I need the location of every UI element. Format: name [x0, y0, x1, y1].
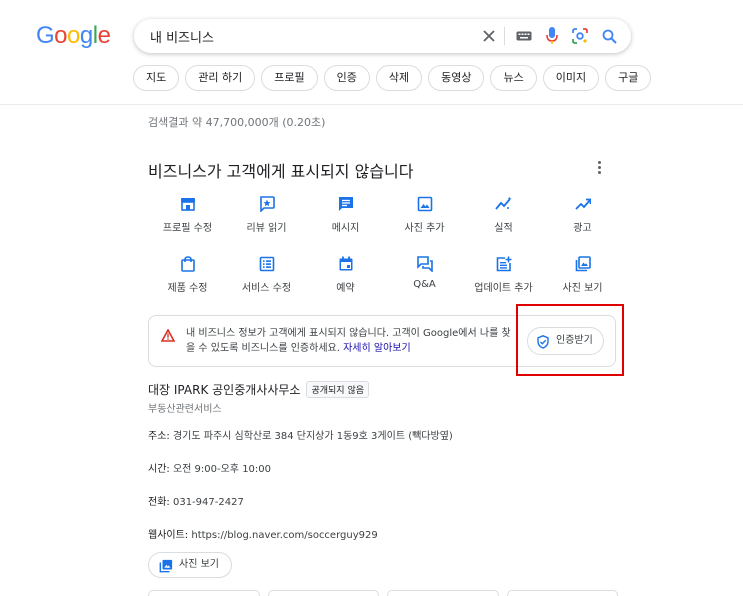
view-photos-button[interactable]: 사진 보기 — [148, 552, 232, 578]
bottom-cards — [148, 590, 618, 596]
logo-letter: g — [79, 22, 93, 49]
action-label: 예약 — [336, 283, 355, 294]
action-label: 업데이트 추가 — [474, 283, 533, 294]
action-label: Q&A — [413, 279, 436, 290]
store-icon — [179, 195, 197, 213]
panel-title: 비즈니스가 고객에게 표시되지 않습니다 — [148, 162, 414, 181]
chip[interactable]: 뉴스 — [490, 65, 537, 91]
logo-letter: o — [67, 22, 80, 49]
add-photo-icon — [416, 195, 434, 213]
action-add-photo[interactable]: 사진 추가 — [385, 195, 464, 234]
logo-letter: G — [36, 22, 55, 49]
header-divider — [0, 104, 743, 105]
action-qa[interactable]: Q&A — [385, 255, 464, 294]
hours-label: 시간: — [148, 464, 170, 475]
logo-letter: o — [54, 22, 68, 49]
business-name-row: 대장 IPARK 공인중개사사무소 공개되지 않음 — [148, 381, 370, 398]
phone-label: 전화: — [148, 497, 170, 508]
post-add-icon — [495, 255, 513, 273]
business-category: 부동산관련서비스 — [148, 404, 222, 415]
hours-row: 시간: 오전 9:00-오후 10:00 — [148, 460, 271, 475]
action-label: 리뷰 읽기 — [246, 223, 287, 234]
keyboard-icon[interactable] — [514, 26, 534, 46]
review-icon — [258, 195, 276, 213]
learn-more-link[interactable]: 자세히 알아보기 — [343, 343, 411, 354]
shopping-bag-icon — [179, 255, 197, 273]
search-box[interactable]: 내 비즈니스 — [134, 19, 631, 53]
search-icon[interactable] — [599, 26, 619, 46]
divider — [504, 27, 505, 45]
action-label: 실적 — [494, 223, 513, 234]
action-label: 제품 수정 — [167, 283, 208, 294]
action-bookings[interactable]: 예약 — [306, 255, 385, 294]
view-photos-label: 사진 보기 — [179, 559, 219, 570]
list-icon — [258, 255, 276, 273]
website-label: 웹사이트: — [148, 530, 189, 541]
google-logo[interactable]: Google — [36, 22, 111, 50]
address-label: 주소: — [148, 431, 170, 442]
message-icon — [337, 195, 355, 213]
action-edit-profile[interactable]: 프로필 수정 — [148, 195, 227, 234]
card[interactable] — [267, 590, 379, 596]
chip[interactable]: 인증 — [323, 65, 370, 91]
phone-value[interactable]: 031-947-2427 — [173, 497, 244, 508]
action-label: 사진 추가 — [404, 223, 445, 234]
chip[interactable]: 구글 — [605, 65, 652, 91]
business-name: 대장 IPARK 공인중개사사무소 — [148, 383, 301, 397]
chip[interactable]: 관리 하기 — [185, 65, 256, 91]
website-row: 웹사이트: https://blog.naver.com/soccerguy92… — [148, 526, 378, 541]
more-options-icon[interactable] — [596, 161, 602, 175]
chip[interactable]: 프로필 — [261, 65, 318, 91]
phone-row: 전화: 031-947-2427 — [148, 493, 244, 508]
action-label: 서비스 수정 — [241, 283, 292, 294]
action-edit-products[interactable]: 제품 수정 — [148, 255, 227, 294]
action-label: 프로필 수정 — [162, 223, 213, 234]
action-performance[interactable]: 실적 — [464, 195, 543, 234]
hours-value[interactable]: 오전 9:00-오후 10:00 — [173, 464, 271, 475]
logo-letter: e — [97, 22, 111, 49]
filter-chips: 지도 관리 하기 프로필 인증 삭제 동영상 뉴스 이미지 구글 — [133, 65, 652, 91]
action-messages[interactable]: 메시지 — [306, 195, 385, 234]
card[interactable] — [148, 590, 260, 596]
chip[interactable]: 지도 — [133, 65, 180, 91]
action-view-photos[interactable]: 사진 보기 — [543, 255, 622, 294]
lens-icon[interactable] — [570, 26, 590, 46]
result-stats: 검색결과 약 47,700,000개 (0.20초) — [148, 116, 326, 129]
action-label: 광고 — [573, 223, 592, 234]
chip[interactable]: 삭제 — [375, 65, 423, 91]
action-read-reviews[interactable]: 리뷰 읽기 — [227, 195, 306, 234]
qa-icon — [416, 255, 434, 273]
performance-icon — [494, 195, 513, 213]
address-value[interactable]: 경기도 파주시 심학산로 384 단지상가 1동9호 3게이트 (빽다방옆) — [173, 431, 453, 442]
action-edit-services[interactable]: 서비스 수정 — [227, 255, 306, 294]
card[interactable] — [506, 590, 618, 596]
chip[interactable]: 이미지 — [542, 65, 600, 91]
calendar-icon — [337, 255, 355, 273]
business-actions-grid: 프로필 수정 리뷰 읽기 메시지 사진 추가 실적 광고 제품 수정 서비스 수… — [148, 195, 618, 294]
highlight-box — [516, 304, 624, 376]
notice-message: 내 비즈니스 정보가 고객에게 표시되지 않습니다. 고객이 Google에서 … — [186, 326, 516, 356]
microphone-icon[interactable] — [542, 26, 562, 46]
action-ads[interactable]: 광고 — [543, 195, 622, 234]
trending-up-icon — [574, 195, 592, 213]
action-label: 메시지 — [331, 223, 360, 234]
search-input[interactable]: 내 비즈니스 — [150, 27, 214, 46]
action-label: 사진 보기 — [562, 283, 603, 294]
action-add-update[interactable]: 업데이트 추가 — [464, 255, 543, 294]
website-value[interactable]: https://blog.naver.com/soccerguy929 — [191, 530, 377, 541]
status-badge: 공개되지 않음 — [306, 381, 370, 398]
clear-icon[interactable] — [479, 26, 499, 46]
card[interactable] — [387, 590, 499, 596]
chip[interactable]: 동영상 — [428, 65, 485, 91]
address-row: 주소: 경기도 파주시 심학산로 384 단지상가 1동9호 3게이트 (빽다방… — [148, 427, 453, 442]
warning-icon — [160, 327, 176, 346]
photo-library-icon — [574, 255, 592, 273]
photo-library-icon — [159, 559, 173, 583]
